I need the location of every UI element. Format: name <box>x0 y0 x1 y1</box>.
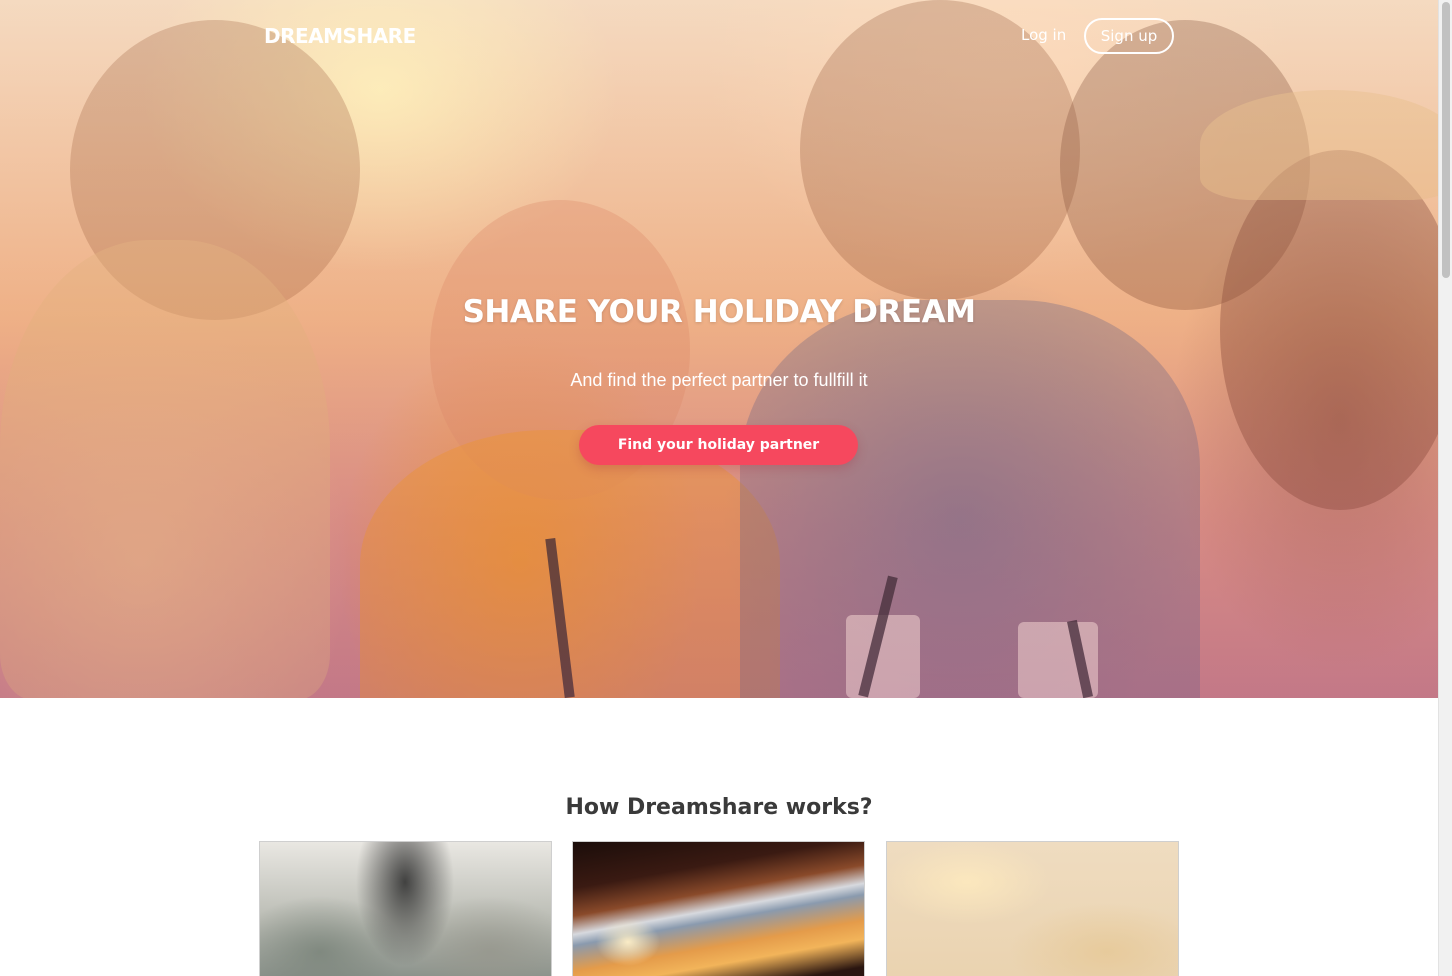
how-it-works-card-1-image <box>259 841 552 976</box>
scrollbar-thumb[interactable] <box>1442 2 1450 278</box>
top-navigation: DREAMSHARE Log in Sign up <box>0 0 1438 72</box>
how-it-works-title: How Dreamshare works? <box>565 795 873 820</box>
find-partner-button[interactable]: Find your holiday partner <box>579 425 858 465</box>
signup-button[interactable]: Sign up <box>1084 18 1174 54</box>
hero-subtitle: And find the perfect partner to fullfill… <box>570 370 868 390</box>
how-it-works-card-3-image <box>886 841 1179 976</box>
hero-overlay <box>0 0 1438 698</box>
login-link[interactable]: Log in <box>1021 26 1066 44</box>
page-scrollbar[interactable] <box>1438 0 1452 976</box>
hero-section: DREAMSHARE Log in Sign up SHARE YOUR HOL… <box>0 0 1438 698</box>
hero-title: SHARE YOUR HOLIDAY DREAM <box>462 294 976 330</box>
brand-logo[interactable]: DREAMSHARE <box>264 24 416 48</box>
how-it-works-card-2-image <box>572 841 865 976</box>
